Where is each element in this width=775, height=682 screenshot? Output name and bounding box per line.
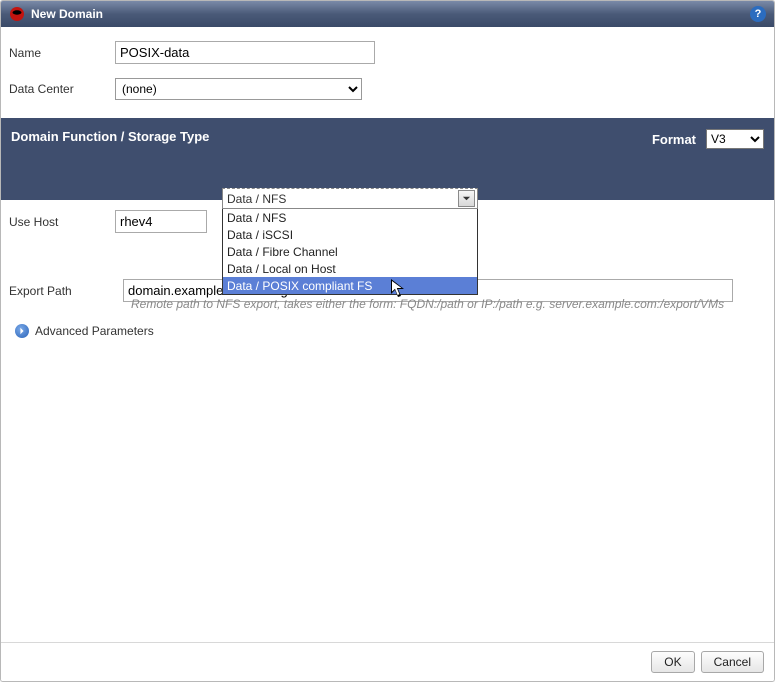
row-name: Name: [9, 41, 766, 64]
storage-type-option[interactable]: Data / Fibre Channel: [223, 243, 477, 260]
expand-icon: [15, 324, 29, 338]
advanced-label: Advanced Parameters: [35, 324, 154, 338]
name-label: Name: [9, 46, 115, 60]
format-label: Format: [652, 132, 696, 147]
cancel-button[interactable]: Cancel: [701, 651, 764, 673]
storage-type-option[interactable]: Data / Local on Host: [223, 260, 477, 277]
datacenter-label: Data Center: [9, 82, 115, 96]
redhat-icon: [9, 6, 25, 22]
storage-type-dropdown[interactable]: Data / NFS Data / NFSData / iSCSIData / …: [222, 188, 478, 295]
storage-type-list: Data / NFSData / iSCSIData / Fibre Chann…: [222, 209, 478, 295]
storage-type-selected: Data / NFS: [227, 192, 286, 206]
row-datacenter: Data Center (none): [9, 78, 766, 100]
upper-form: Name Data Center (none): [1, 27, 774, 118]
titlebar-left: New Domain: [9, 6, 103, 22]
export-label: Export Path: [9, 284, 123, 298]
name-input[interactable]: [115, 41, 375, 64]
storage-type-display[interactable]: Data / NFS: [222, 188, 478, 209]
chevron-down-icon[interactable]: [458, 190, 475, 207]
storage-type-title: Domain Function / Storage Type: [11, 129, 209, 144]
ok-button[interactable]: OK: [651, 651, 694, 673]
titlebar: New Domain ?: [1, 1, 774, 27]
storage-type-option[interactable]: Data / NFS: [223, 209, 477, 226]
usehost-label: Use Host: [9, 215, 115, 229]
export-hint: Remote path to NFS export, takes either …: [131, 296, 766, 312]
new-domain-dialog: New Domain ? Name Data Center (none) Dom…: [0, 0, 775, 682]
datacenter-select[interactable]: (none): [115, 78, 362, 100]
usehost-input[interactable]: [115, 210, 207, 233]
storage-type-option[interactable]: Data / POSIX compliant FS: [223, 277, 477, 294]
content: Name Data Center (none) Domain Function …: [1, 27, 774, 642]
help-glyph: ?: [755, 8, 762, 20]
format-wrap: Format V3: [652, 129, 764, 149]
format-select[interactable]: V3: [706, 129, 764, 149]
advanced-parameters-toggle[interactable]: Advanced Parameters: [1, 316, 774, 346]
dialog-title: New Domain: [31, 7, 103, 21]
storage-type-option[interactable]: Data / iSCSI: [223, 226, 477, 243]
footer: OK Cancel: [1, 642, 774, 681]
help-icon[interactable]: ?: [750, 6, 766, 22]
